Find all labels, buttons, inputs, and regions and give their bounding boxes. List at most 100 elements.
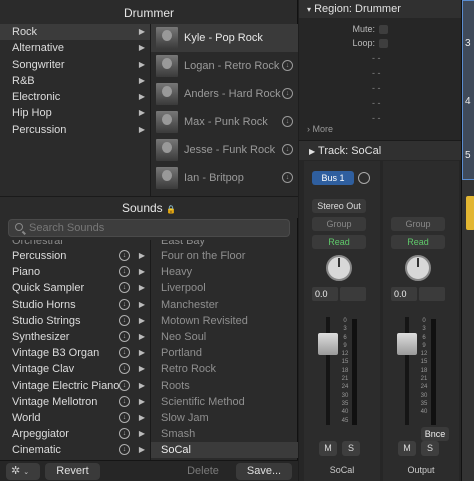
region-block[interactable]: [466, 196, 474, 230]
download-icon[interactable]: ↓: [119, 444, 130, 456]
patch-item[interactable]: Portland: [151, 345, 298, 361]
patch-item[interactable]: Roots: [151, 378, 298, 394]
category-item[interactable]: Percussion ↓ ▶: [0, 248, 150, 264]
download-icon[interactable]: ↓: [282, 116, 293, 127]
drummer-item[interactable]: Logan - Retro Rock ↓: [151, 52, 298, 80]
category-item[interactable]: Cinematic ↓ ▶: [0, 442, 150, 458]
solo-button[interactable]: S: [421, 441, 439, 456]
chevron-right-icon: ›: [307, 124, 310, 134]
genre-item-percussion[interactable]: Percussion ▶: [0, 122, 150, 138]
genre-item-rock[interactable]: Rock ▶: [0, 24, 150, 41]
scale-tick: 0: [422, 318, 426, 324]
pan-knob[interactable]: [405, 255, 431, 281]
category-item[interactable]: Vintage B3 Organ ↓ ▶: [0, 345, 150, 361]
automation-mode[interactable]: Read: [312, 235, 366, 249]
solo-button[interactable]: S: [342, 441, 360, 456]
revert-button[interactable]: Revert: [45, 463, 100, 480]
patch-item[interactable]: Heavy: [151, 264, 298, 280]
delete-button[interactable]: Delete: [178, 463, 228, 480]
scale-tick: 15: [341, 359, 349, 366]
patch-item[interactable]: Manchester: [151, 297, 298, 313]
drummer-item[interactable]: Kyle - Pop Rock: [151, 24, 298, 52]
patch-item[interactable]: Liverpool: [151, 280, 298, 296]
patch-item[interactable]: Neo Soul: [151, 329, 298, 345]
drummer-item[interactable]: Anders - Hard Rock ↓: [151, 80, 298, 108]
automation-mode[interactable]: Read: [391, 235, 445, 249]
param-value: - -: [372, 53, 381, 63]
lock-icon[interactable]: 🔒: [166, 205, 176, 214]
category-item[interactable]: World ↓ ▶: [0, 410, 150, 426]
download-icon[interactable]: ↓: [119, 314, 130, 326]
mute-button[interactable]: M: [319, 441, 337, 456]
download-icon[interactable]: ↓: [282, 88, 293, 99]
param-value: - -: [372, 83, 381, 93]
drummer-avatar: [156, 55, 178, 77]
download-icon[interactable]: ↓: [282, 144, 293, 155]
download-icon[interactable]: ↓: [119, 379, 130, 391]
genre-item-electronic[interactable]: Electronic ▶: [0, 89, 150, 105]
download-icon[interactable]: ↓: [282, 172, 293, 183]
download-icon[interactable]: ↓: [282, 60, 293, 71]
download-icon[interactable]: ↓: [119, 282, 130, 294]
volume-fader-handle[interactable]: [318, 333, 338, 355]
category-item[interactable]: Piano ↓ ▶: [0, 264, 150, 280]
download-icon[interactable]: ↓: [119, 250, 130, 261]
send-level-knob[interactable]: [358, 172, 370, 184]
category-item[interactable]: Vintage Clav ↓ ▶: [0, 361, 150, 377]
bounce-button[interactable]: Bnce: [421, 427, 449, 441]
save-button[interactable]: Save...: [236, 463, 292, 480]
region-header[interactable]: ▾ Region: Drummer: [299, 0, 461, 18]
drummer-item[interactable]: Max - Punk Rock ↓: [151, 108, 298, 136]
category-item[interactable]: Studio Strings ↓ ▶: [0, 313, 150, 329]
chevron-right-icon: ▶: [138, 267, 145, 277]
drummer-item[interactable]: Ian - Britpop ↓: [151, 164, 298, 192]
download-icon[interactable]: ↓: [119, 428, 130, 440]
patch-item-selected[interactable]: SoCal: [151, 442, 298, 459]
patch-item[interactable]: Motown Revisited: [151, 313, 298, 329]
patch-item[interactable]: Retro Rock: [151, 361, 298, 377]
drummer-name: Ian - Britpop: [184, 172, 244, 184]
patch-item[interactable]: Slow Jam: [151, 410, 298, 426]
gear-menu-button[interactable]: ✲ ⌄: [6, 463, 40, 480]
drummer-item[interactable]: Jesse - Funk Rock ↓: [151, 136, 298, 164]
genre-item-hip-hop[interactable]: Hip Hop ▶: [0, 105, 150, 121]
genre-item-rnb[interactable]: R&B ▶: [0, 73, 150, 89]
volume-fader-handle[interactable]: [397, 333, 417, 355]
category-item[interactable]: Vintage Mellotron ↓ ▶: [0, 394, 150, 410]
category-item[interactable]: Arpeggiator ↓ ▶: [0, 426, 150, 442]
search-input[interactable]: [29, 220, 284, 236]
download-icon[interactable]: ↓: [119, 363, 130, 375]
patch-item[interactable]: Four on the Floor: [151, 248, 298, 264]
mute-button[interactable]: M: [398, 441, 416, 456]
download-icon[interactable]: ↓: [119, 395, 130, 407]
drummer-avatar: [156, 111, 178, 133]
category-item[interactable]: Studio Horns ↓ ▶: [0, 297, 150, 313]
download-icon[interactable]: ↓: [119, 411, 130, 423]
download-icon[interactable]: ↓: [119, 347, 130, 359]
param-row: - -: [299, 81, 461, 96]
output-slot[interactable]: Stereo Out: [312, 199, 366, 213]
send-slot[interactable]: Bus 1: [312, 171, 354, 185]
category-item[interactable]: Synthesizer ↓ ▶: [0, 329, 150, 345]
download-icon[interactable]: ↓: [119, 298, 130, 310]
download-icon[interactable]: ↓: [119, 266, 130, 278]
patch-item-partial: East Bay: [161, 240, 206, 247]
patch-item[interactable]: Scientific Method: [151, 394, 298, 410]
group-slot[interactable]: Group: [312, 217, 366, 231]
pan-knob[interactable]: [326, 255, 352, 281]
group-slot[interactable]: Group: [391, 217, 445, 231]
category-item[interactable]: Vintage Electric Piano ↓ ▶: [0, 378, 150, 394]
patch-item[interactable]: Smash: [151, 426, 298, 442]
loop-label: Loop:: [352, 38, 375, 48]
mute-checkbox[interactable]: [379, 25, 388, 34]
track-header[interactable]: ▶ Track: SoCal: [299, 140, 461, 160]
chevron-right-icon: ▶: [138, 27, 145, 36]
download-icon[interactable]: ↓: [119, 330, 130, 342]
more-disclosure[interactable]: › More: [307, 124, 333, 134]
genre-item-alternative[interactable]: Alternative ▶: [0, 40, 150, 56]
category-item[interactable]: Quick Sampler ↓ ▶: [0, 280, 150, 296]
search-box[interactable]: [8, 219, 290, 237]
genre-item-songwriter[interactable]: Songwriter ▶: [0, 57, 150, 73]
chevron-right-icon: ▶: [309, 147, 316, 156]
loop-checkbox[interactable]: [379, 39, 388, 48]
